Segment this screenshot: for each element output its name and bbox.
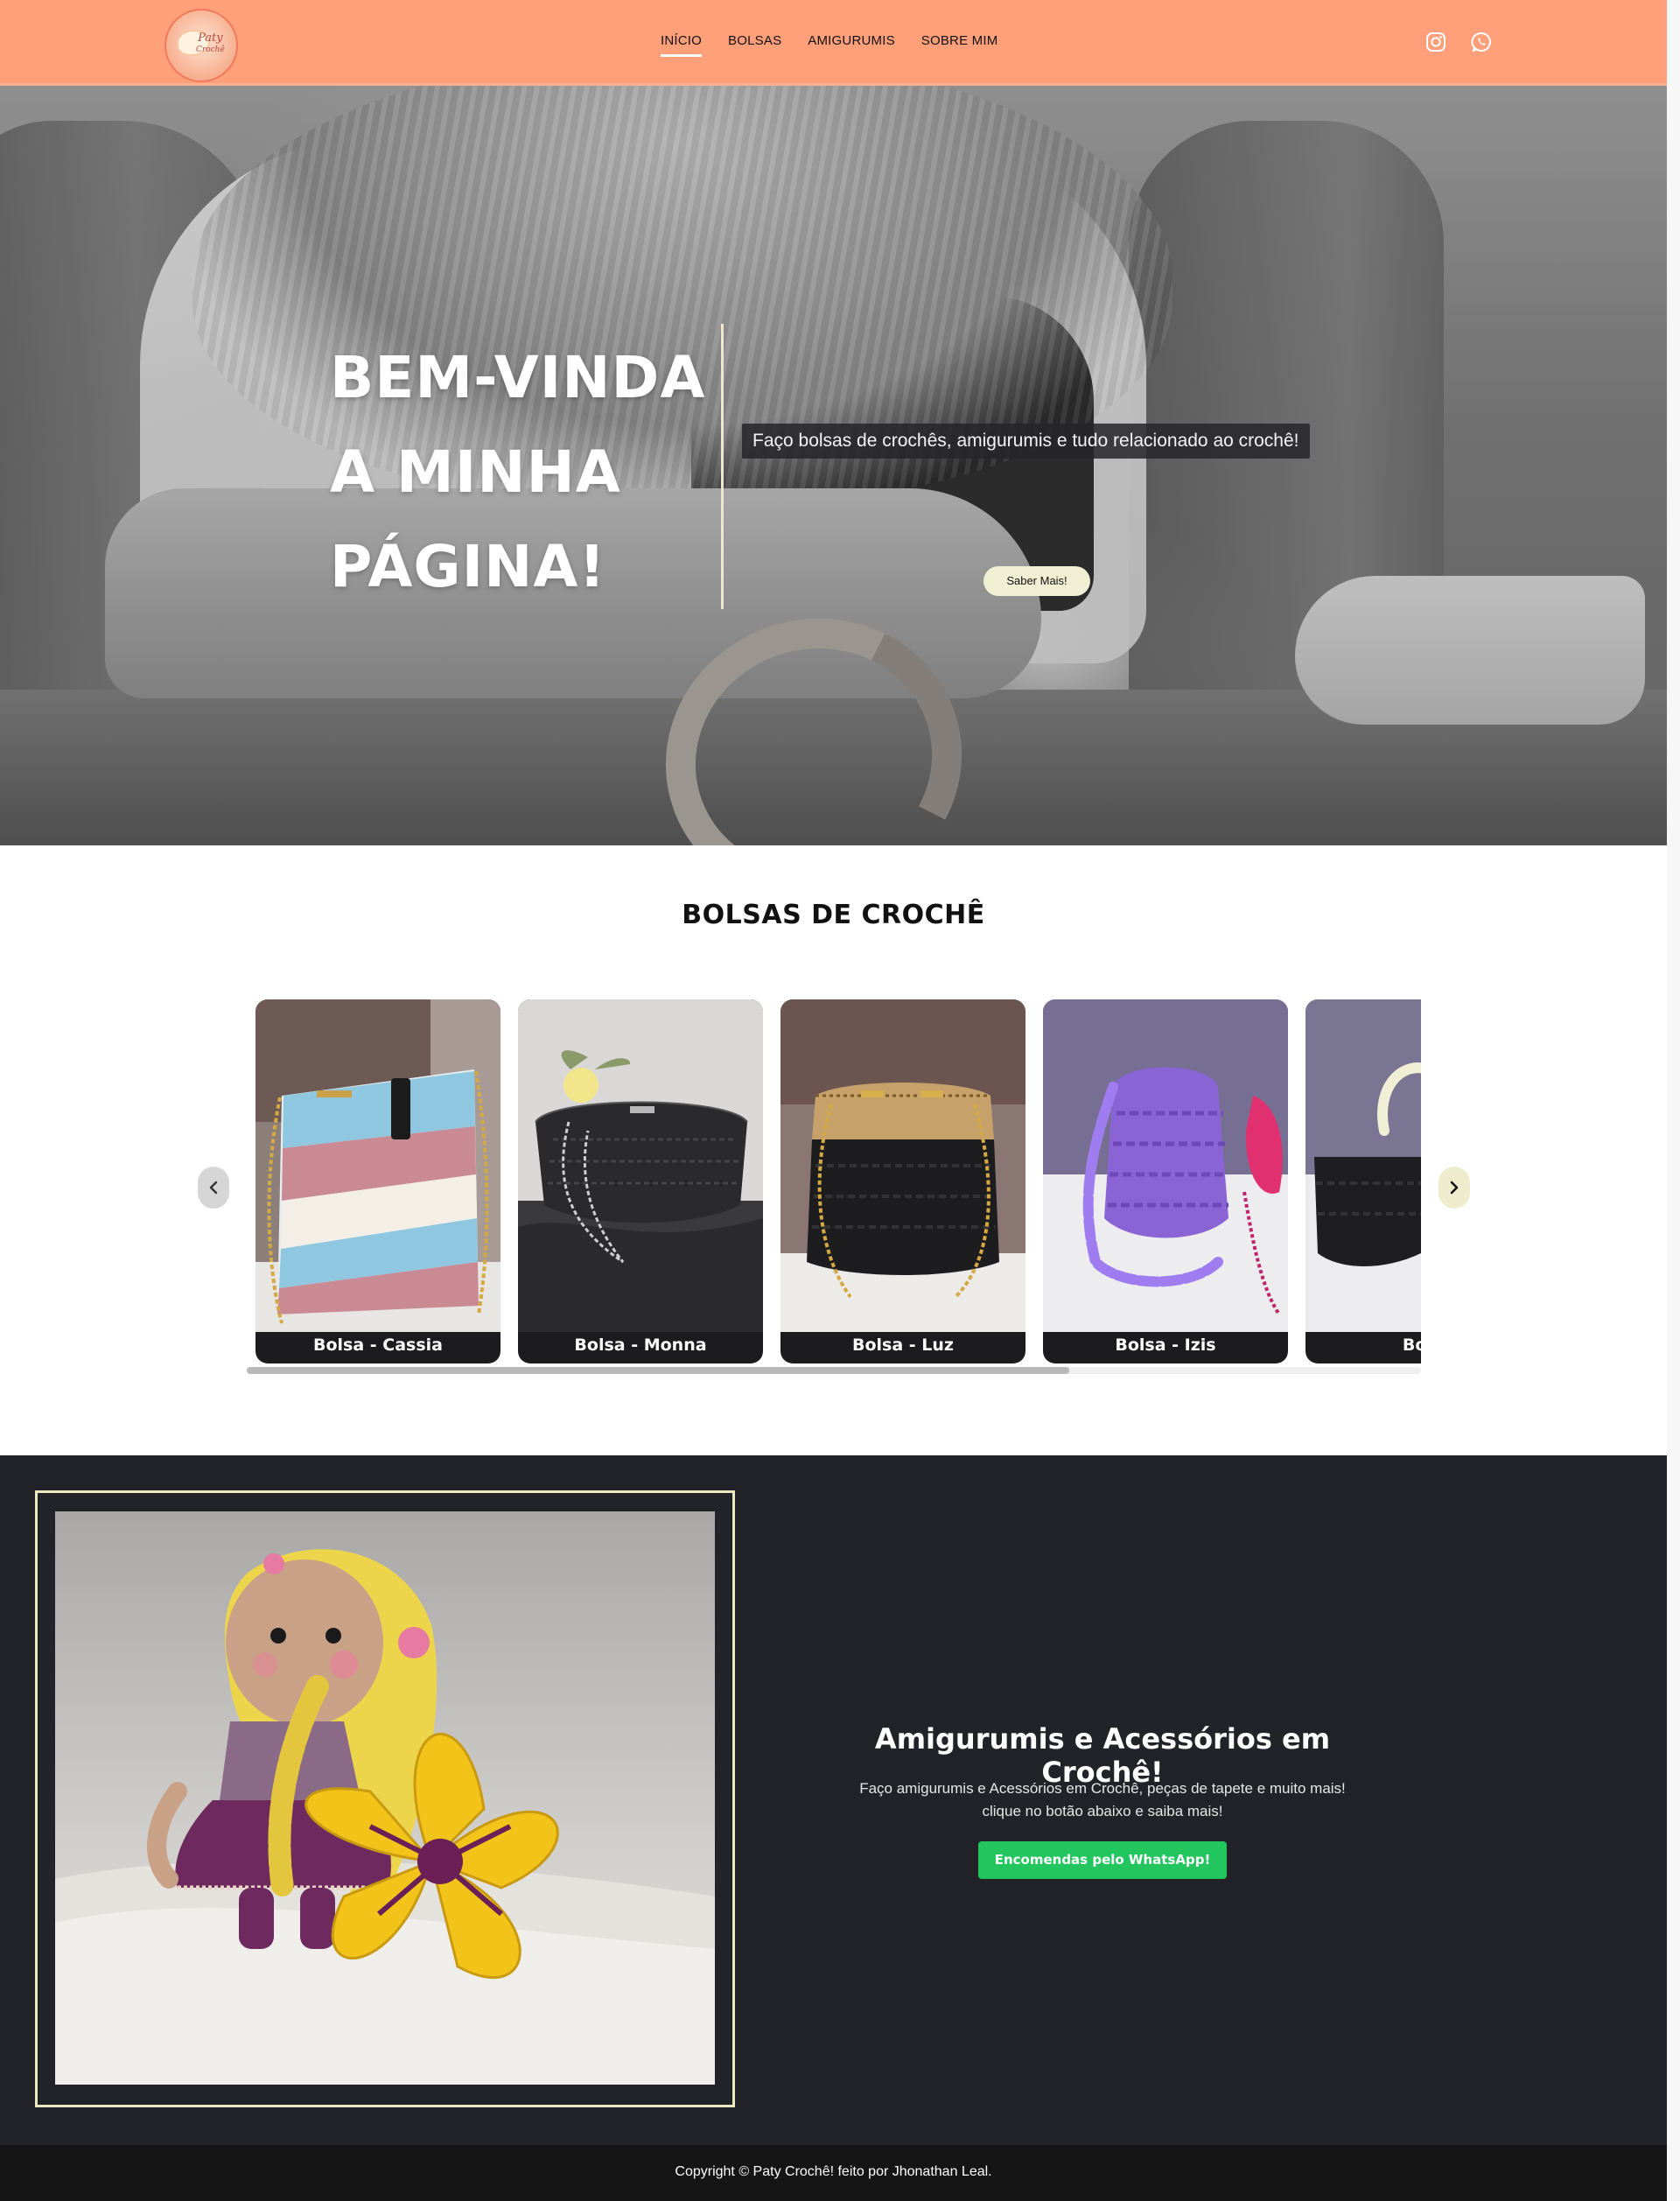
bag-card-cassia[interactable]: Bolsa - Cassia <box>256 999 500 1363</box>
footer-copyright: Copyright © Paty Crochê! feito por Jhona… <box>675 2164 992 2179</box>
carousel-track: Bolsa - Cassia Bolsa - Monna Bolsa - Luz… <box>256 999 1421 1363</box>
bags-section-title: BOLSAS DE CROCHÊ <box>682 900 985 930</box>
chevron-right-icon <box>1450 1181 1459 1195</box>
carousel-scrollbar-thumb[interactable] <box>247 1367 1069 1374</box>
bag-photo-cassia <box>256 999 500 1332</box>
bag-label-monna: Bolsa - Monna <box>574 1335 707 1355</box>
nav-link-sobre-mim[interactable]: SOBRE MIM <box>921 33 998 57</box>
bag-label-luz: Bolsa - Luz <box>852 1335 954 1355</box>
page-scrollbar[interactable] <box>1667 0 1680 2201</box>
instagram-icon[interactable] <box>1424 31 1447 53</box>
navbar: Paty Crochê INÍCIO BOLSAS AMIGURUMIS SOB… <box>0 0 1667 86</box>
nav-link-amigurumis[interactable]: AMIGURUMIS <box>808 33 895 57</box>
bag-card-monna[interactable]: Bolsa - Monna <box>518 999 763 1363</box>
nav-link-inicio[interactable]: INÍCIO <box>661 33 703 57</box>
hero-overlay <box>0 86 1680 845</box>
whatsapp-order-button[interactable]: Encomendas pelo WhatsApp! <box>978 1841 1227 1879</box>
bag-label-partial: Bolsa <box>1402 1335 1421 1355</box>
whatsapp-icon[interactable] <box>1470 31 1493 53</box>
chevron-left-icon <box>209 1181 218 1195</box>
hero-tagline: Faço bolsas de crochês, amigurumis e tud… <box>742 424 1310 459</box>
bag-photo-luz <box>780 999 1026 1332</box>
saber-mais-button[interactable]: Saber Mais! <box>984 566 1090 596</box>
bag-label-izis: Bolsa - Izis <box>1115 1335 1216 1355</box>
main-nav: INÍCIO BOLSAS AMIGURUMIS SOBRE MIM <box>661 33 998 57</box>
bag-card-partial[interactable]: Bolsa <box>1306 999 1421 1363</box>
bag-card-izis[interactable]: Bolsa - Izis <box>1043 999 1288 1363</box>
logo[interactable]: Paty Crochê <box>164 9 238 82</box>
hero-title-line3: PÁGINA! <box>330 533 606 600</box>
bag-photo-monna <box>518 999 763 1332</box>
bag-label-cassia: Bolsa - Cassia <box>312 1335 443 1355</box>
logo-text: Paty Crochê <box>196 32 225 55</box>
nav-link-bolsas[interactable]: BOLSAS <box>728 33 781 57</box>
bag-photo-partial <box>1306 999 1421 1332</box>
hero-divider <box>721 324 724 609</box>
amigurumi-description: Faço amigurumis e Acessórios em Crochê, … <box>859 1780 1346 1819</box>
bag-photo-izis <box>1043 999 1288 1332</box>
hero-title: BEM-VINDA A MINHA PÁGINA! <box>330 331 715 614</box>
amigurumi-section: Amigurumis e Acessórios em Crochê! Faço … <box>0 1455 1667 2145</box>
logo-line1: Paty <box>198 32 223 45</box>
bag-card-luz[interactable]: Bolsa - Luz <box>780 999 1026 1363</box>
hero-section: BEM-VINDA A MINHA PÁGINA! Faço bolsas de… <box>0 86 1680 845</box>
footer: Copyright © Paty Crochê! feito por Jhona… <box>0 2145 1667 2201</box>
carousel-prev-button[interactable] <box>198 1167 229 1209</box>
hero-title-line2: A MINHA <box>330 438 621 506</box>
amigurumi-doll-illustration <box>55 1549 715 2085</box>
carousel-next-button[interactable] <box>1438 1167 1470 1209</box>
hero-title-line1: BEM-VINDA <box>330 344 706 411</box>
bags-carousel[interactable]: Bolsa - Cassia Bolsa - Monna Bolsa - Luz… <box>247 999 1421 1377</box>
amigurumi-photo <box>55 1511 715 2085</box>
logo-line2: Crochê <box>196 46 225 54</box>
